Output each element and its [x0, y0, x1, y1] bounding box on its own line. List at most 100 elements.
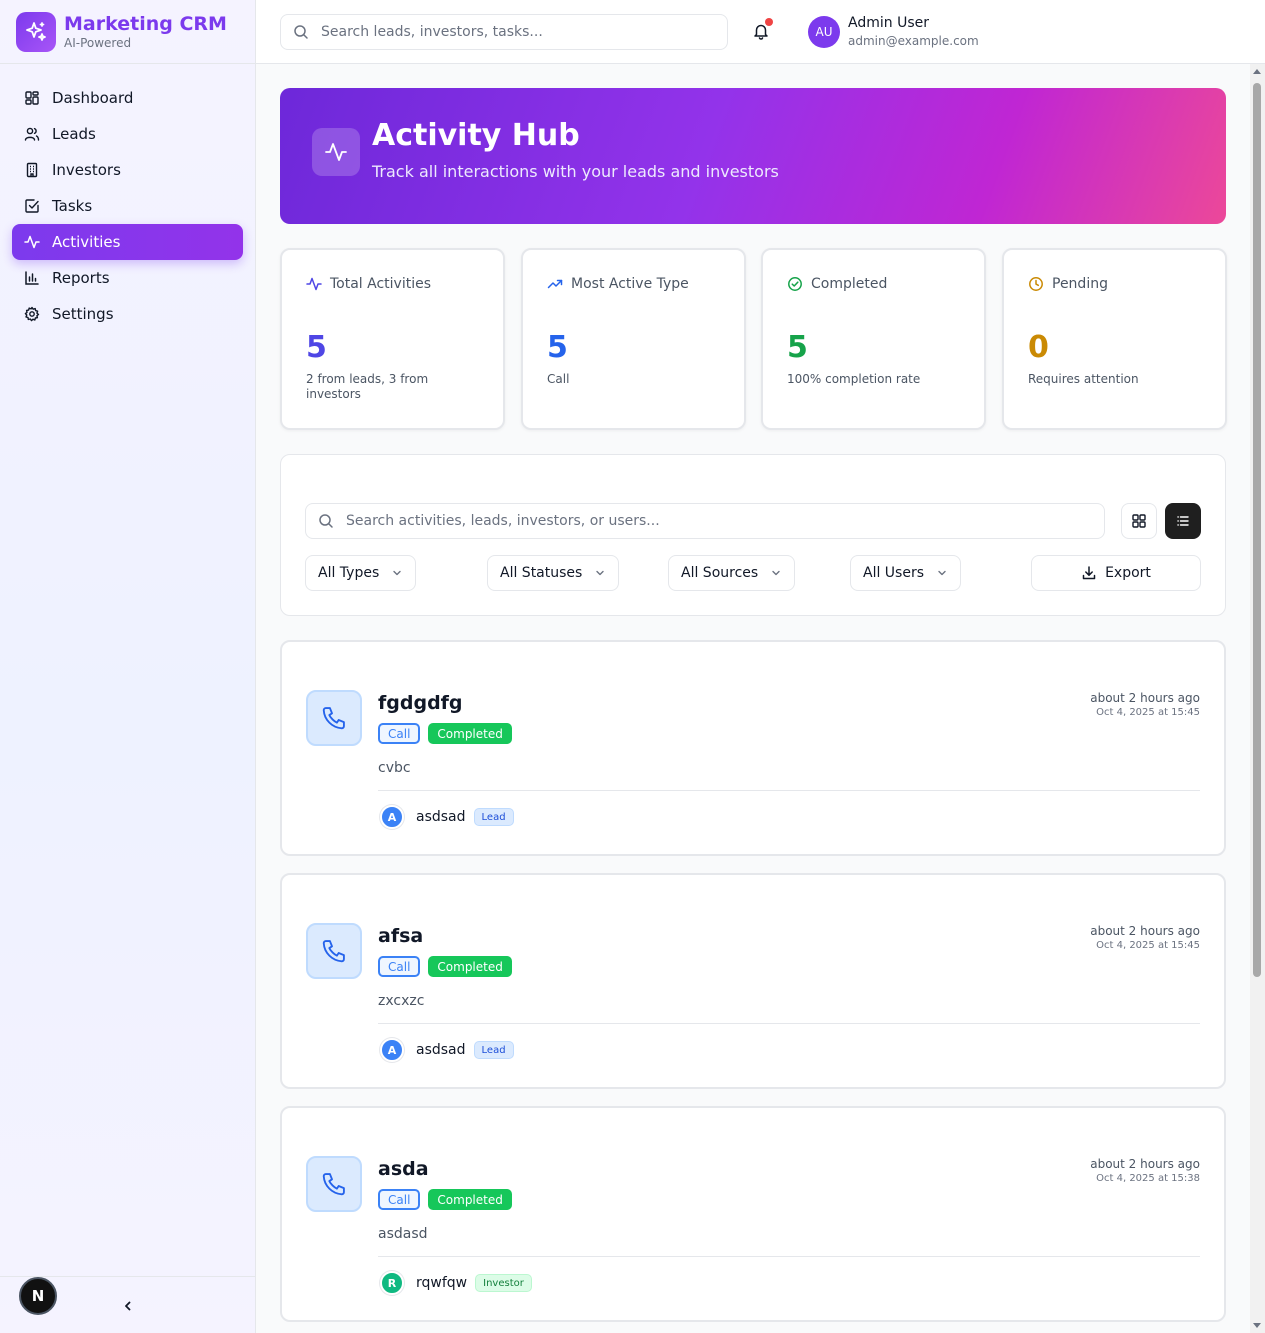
- user-avatar[interactable]: AU: [808, 16, 840, 48]
- notification-dot: [765, 18, 773, 26]
- phone-icon: [306, 923, 362, 979]
- phone-icon: [306, 1156, 362, 1212]
- user-email: admin@example.com: [848, 34, 979, 48]
- stat-value: 5: [306, 330, 327, 365]
- stat-value: 5: [787, 330, 808, 365]
- gear-icon: [24, 306, 40, 322]
- dashboard-icon: [25, 91, 39, 105]
- stat-description: 2 from leads, 3 from investors: [306, 372, 429, 401]
- stat-description: 100% completion rate: [787, 372, 921, 386]
- activity-related-entity[interactable]: R rqwfqw Investor: [380, 1271, 532, 1295]
- activity-type-badge: Call: [378, 956, 421, 977]
- sidebar-item-label: Investors: [52, 161, 121, 179]
- filters-panel: All Types All Statuses All Sources All U…: [280, 454, 1226, 616]
- sidebar-item-label: Dashboard: [52, 89, 134, 107]
- activity-related-entity[interactable]: A asdsad Lead: [380, 805, 514, 829]
- entity-name: rqwfqw: [416, 1275, 468, 1291]
- activity-type-badge: Call: [378, 1189, 421, 1210]
- collapse-sidebar-button[interactable]: [119, 1297, 137, 1315]
- sparkles-icon: [16, 11, 56, 52]
- page-title: Activity Hub: [372, 118, 580, 153]
- sidebar-item-label: Settings: [52, 305, 114, 323]
- select-value: All Sources: [681, 565, 759, 581]
- activity-status-badge: Completed: [428, 723, 512, 744]
- scroll-thumb[interactable]: [1253, 83, 1261, 977]
- activity-title: afsa: [378, 925, 424, 947]
- stat-value: 0: [1028, 330, 1049, 365]
- activity-search[interactable]: [305, 503, 1105, 539]
- sidebar-item-investors[interactable]: Investors: [12, 152, 243, 188]
- checkbox-icon: [25, 199, 39, 213]
- list-view-button[interactable]: [1165, 503, 1201, 539]
- user-name: Admin User: [848, 15, 929, 31]
- sidebar-item-label: Tasks: [52, 197, 93, 215]
- stat-card-completed: Completed 5 100% completion rate: [761, 248, 986, 430]
- brand-subtitle: AI-Powered: [64, 35, 132, 50]
- activity-search-input[interactable]: [346, 513, 1086, 529]
- scroll-down-arrow[interactable]: [1253, 1323, 1261, 1328]
- phone-icon: [306, 690, 362, 746]
- dev-tools-badge[interactable]: N: [19, 1277, 57, 1315]
- sidebar-item-activities[interactable]: Activities: [12, 224, 243, 260]
- notifications-button[interactable]: [752, 18, 773, 42]
- activity-time-absolute: Oct 4, 2025 at 15:45: [1096, 940, 1200, 951]
- scroll-up-arrow[interactable]: [1253, 69, 1261, 74]
- sidebar-item-dashboard[interactable]: Dashboard: [12, 80, 243, 116]
- sidebar-item-leads[interactable]: Leads: [12, 116, 243, 152]
- activity-card[interactable]: fgdgdfg Call Completed cvbc A asdsad Lea…: [280, 640, 1226, 856]
- select-value: All Statuses: [500, 565, 583, 581]
- global-search-input[interactable]: [321, 24, 701, 40]
- hero-banner: Activity Hub Track all interactions with…: [280, 88, 1226, 224]
- activity-description: cvbc: [378, 760, 411, 776]
- activity-card[interactable]: afsa Call Completed zxcxzc A asdsad Lead…: [280, 873, 1226, 1089]
- sidebar-item-tasks[interactable]: Tasks: [12, 188, 243, 224]
- status-filter-select[interactable]: All Statuses: [487, 555, 619, 591]
- users-icon: [24, 127, 40, 141]
- sidebar-item-reports[interactable]: Reports: [12, 260, 243, 296]
- activity-time-relative: about 2 hours ago: [1090, 924, 1200, 938]
- select-value: All Types: [318, 565, 380, 581]
- main-scrollbar[interactable]: [1250, 64, 1265, 1333]
- stat-description: Requires attention: [1028, 372, 1139, 386]
- search-icon: [319, 514, 333, 528]
- entity-name: asdsad: [416, 1042, 466, 1058]
- list-icon: [1177, 516, 1189, 526]
- chevron-down-icon: [596, 570, 605, 576]
- activity-status-badge: Completed: [428, 956, 512, 977]
- type-filter-select[interactable]: All Types: [305, 555, 416, 591]
- stat-label: Pending: [1052, 276, 1108, 292]
- brand: Marketing CRM AI-Powered: [0, 0, 255, 64]
- activity-card[interactable]: asda Call Completed asdasd R rqwfqw Inve…: [280, 1106, 1226, 1322]
- entity-name: asdsad: [416, 809, 466, 825]
- chevron-down-icon: [393, 570, 401, 576]
- sidebar-item-settings[interactable]: Settings: [12, 296, 243, 332]
- building-icon: [26, 162, 38, 178]
- activity-related-entity[interactable]: A asdsad Lead: [380, 1038, 514, 1062]
- chevron-left-icon: [125, 1301, 131, 1311]
- stat-card-total: Total Activities 5 2 from leads, 3 from …: [280, 248, 505, 430]
- activity-icon: [24, 235, 40, 249]
- activity-icon: [312, 128, 360, 176]
- entity-type-badge: Lead: [473, 1041, 514, 1059]
- trending-up-icon: [547, 279, 563, 289]
- divider: [378, 1256, 1200, 1257]
- activity-time-absolute: Oct 4, 2025 at 15:38: [1096, 1173, 1200, 1184]
- activity-description: zxcxzc: [378, 993, 425, 1009]
- activity-title: fgdgdfg: [378, 692, 463, 714]
- activity-status-badge: Completed: [428, 1189, 512, 1210]
- entity-avatar: A: [380, 805, 404, 829]
- activity-title: asda: [378, 1158, 429, 1180]
- global-search[interactable]: [280, 14, 728, 50]
- search-icon: [294, 25, 308, 39]
- clock-icon: [1029, 277, 1043, 291]
- select-value: All Users: [863, 565, 925, 581]
- source-filter-select[interactable]: All Sources: [668, 555, 795, 591]
- activity-time-absolute: Oct 4, 2025 at 15:45: [1096, 707, 1200, 718]
- export-label: Export: [1105, 565, 1151, 581]
- page-subtitle: Track all interactions with your leads a…: [372, 162, 779, 181]
- sidebar-item-label: Activities: [52, 233, 121, 251]
- sidebar-item-label: Reports: [52, 269, 110, 287]
- user-filter-select[interactable]: All Users: [850, 555, 961, 591]
- grid-view-button[interactable]: [1121, 503, 1157, 539]
- export-button[interactable]: Export: [1031, 555, 1201, 591]
